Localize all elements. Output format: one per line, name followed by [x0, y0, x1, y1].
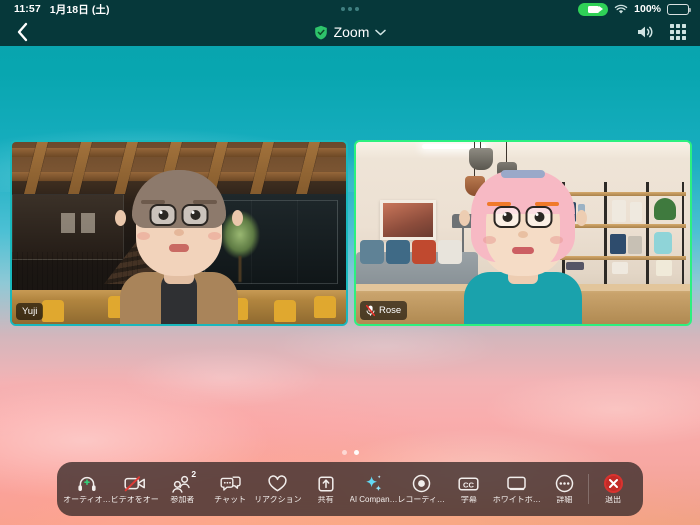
cc-icon: CC [458, 474, 479, 493]
toolbar-label: 参加者 [170, 496, 195, 504]
meeting-title-button[interactable]: Zoom [314, 24, 387, 40]
toolbar-share-button[interactable]: 共有 [302, 462, 350, 516]
leave-icon [603, 474, 623, 493]
participants-count-badge: 2 [191, 469, 197, 479]
handle-dot [341, 7, 345, 11]
toolbar-label: AI Compan… [349, 496, 398, 504]
avatar-rose [443, 148, 603, 324]
avatar-glasses [149, 204, 209, 226]
toolbar-record-button[interactable]: レコーディ… [397, 462, 445, 516]
avatar-yuji [99, 148, 259, 324]
shield-check-icon [314, 25, 327, 39]
sparkle-icon [363, 474, 383, 493]
avatar-glasses [493, 206, 553, 228]
participant-name: Yuji [22, 305, 38, 317]
toolbar-more-button[interactable]: 詳細 [541, 462, 589, 516]
toolbar-label: リアクション [254, 496, 302, 504]
video-tile-yuji[interactable]: Yuji [10, 140, 348, 326]
status-bar-left: 11:57 1月18日 (土) [0, 2, 110, 17]
toolbar-leave-button[interactable]: 退出 [589, 462, 637, 516]
zoom-meeting-screen: 11:57 1月18日 (土) 100% Zoom Yuji Rose オーディ… [0, 0, 700, 525]
apps-grid-button[interactable] [670, 24, 686, 40]
toolbar-chat-button[interactable]: チャット [206, 462, 254, 516]
participant-name-badge: Rose [360, 301, 408, 320]
grid-icon [670, 24, 686, 40]
video-off-icon [124, 474, 146, 493]
status-bar-right: 100% [578, 2, 700, 16]
chevron-left-icon [17, 22, 28, 42]
toolbar-label: 退出 [605, 496, 622, 504]
meeting-title: Zoom [333, 24, 370, 40]
speaker-button[interactable] [636, 24, 654, 40]
meeting-toolbar: オーディオ… ビデオをオー… 2 参加 [57, 462, 643, 516]
toolbar-label: オーディオ… [63, 496, 111, 504]
toolbar-ai-companion-button[interactable]: AI Compan… [349, 462, 398, 516]
camera-active-icon [578, 2, 609, 16]
toolbar-captions-button[interactable]: CC 字幕 [445, 462, 493, 516]
svg-text:CC: CC [463, 480, 474, 489]
cafe-chair [274, 300, 296, 322]
wall-art [380, 200, 436, 240]
chevron-down-icon [375, 29, 387, 35]
toolbar-label: 共有 [317, 496, 334, 504]
toolbar-reactions-button[interactable]: リアクション [254, 462, 302, 516]
toolbar-video-button[interactable]: ビデオをオー… [111, 462, 159, 516]
ipad-status-bar: 11:57 1月18日 (土) 100% [0, 0, 700, 18]
battery-icon [667, 3, 692, 15]
back-button[interactable] [0, 18, 44, 46]
app-nav-bar: Zoom [0, 18, 700, 46]
cafe-chair [42, 300, 64, 322]
meeting-title-area: Zoom [0, 24, 700, 40]
headset-icon [77, 474, 97, 493]
record-icon [412, 474, 431, 493]
chat-icon [220, 474, 241, 493]
handle-dot [348, 7, 352, 11]
speaker-icon [638, 26, 653, 38]
wifi-icon [614, 4, 628, 15]
heart-icon [267, 474, 288, 493]
cafe-chair [314, 296, 336, 318]
nav-bar-actions [636, 24, 700, 40]
toolbar-label: レコーディ… [397, 496, 445, 504]
toolbar-participants-button[interactable]: 2 参加者 [159, 462, 207, 516]
toolbar-label: 字幕 [460, 496, 477, 504]
status-bar-time: 11:57 [14, 3, 41, 15]
participants-icon [171, 474, 193, 493]
toolbar-audio-button[interactable]: オーディオ… [63, 462, 111, 516]
page-dot-active[interactable] [353, 450, 359, 455]
toolbar-label: ビデオをオー… [110, 496, 159, 504]
share-icon [317, 474, 335, 493]
whiteboard-icon [506, 474, 527, 493]
video-stage: Yuji Rose [0, 46, 700, 525]
toolbar-label: 詳細 [556, 496, 573, 504]
participant-name: Rose [379, 304, 402, 316]
participant-name-badge: Yuji [16, 302, 44, 320]
page-indicator[interactable] [0, 450, 700, 455]
toolbar-whiteboard-button[interactable]: ホワイトボ… [493, 462, 541, 516]
status-bar-date: 1月18日 (土) [49, 3, 110, 16]
toolbar-label: ホワイトボ… [492, 496, 541, 504]
page-dot[interactable] [341, 450, 347, 455]
toolbar-label: チャット [214, 496, 247, 504]
video-tile-rose[interactable]: Rose [354, 140, 692, 326]
mic-muted-icon [366, 305, 375, 316]
handle-dot [355, 7, 359, 11]
more-icon [555, 474, 574, 493]
battery-percent: 100% [634, 3, 661, 15]
